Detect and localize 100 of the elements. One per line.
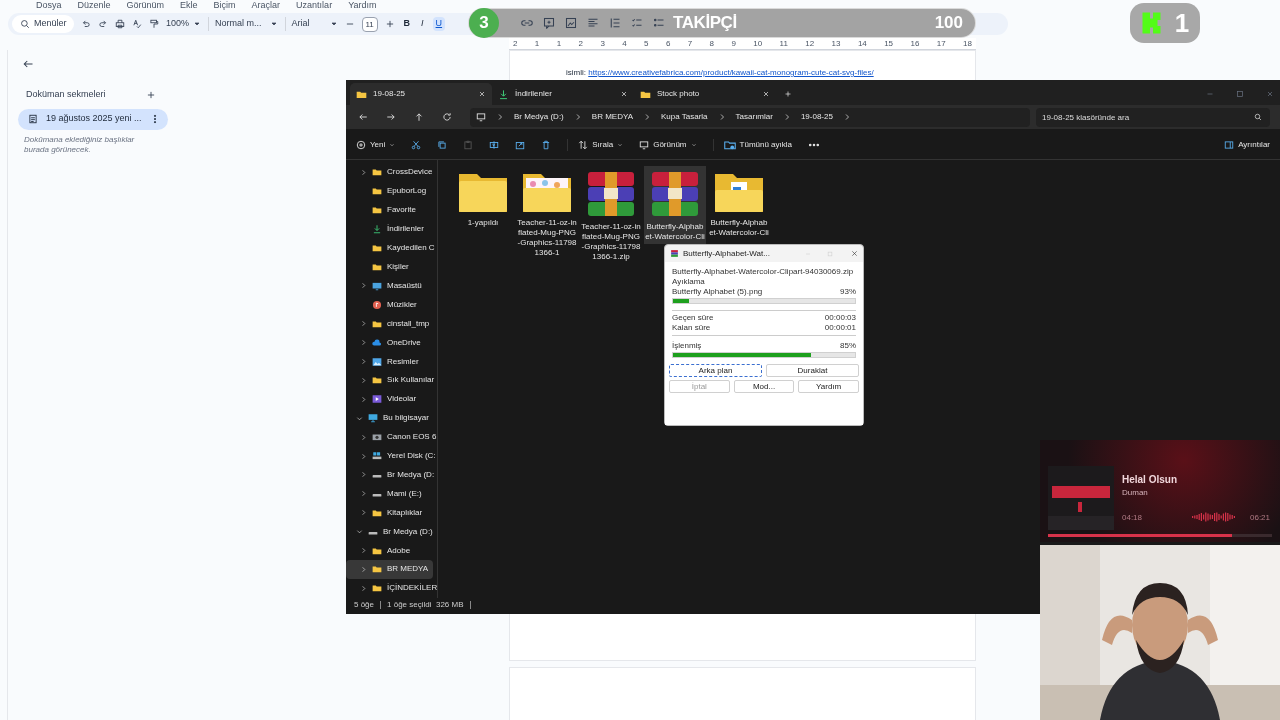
- tree-item[interactable]: Br Medya (D:: [346, 465, 433, 485]
- delete-icon[interactable]: [541, 140, 552, 150]
- file-item[interactable]: Teacher-11-oz-inflated-Mug-PNG-Graphics-117981366-1.zip: [580, 166, 642, 264]
- chevron-right-icon: [496, 113, 504, 121]
- add-icon[interactable]: [146, 89, 156, 100]
- status-text: 5 öğe: [354, 599, 375, 611]
- menu-item[interactable]: Görünüm: [126, 0, 165, 11]
- up-arrow-icon[interactable]: [414, 112, 424, 122]
- view-button[interactable]: Görünüm: [639, 139, 697, 151]
- list-icon: [653, 17, 665, 29]
- bold-button[interactable]: B: [401, 17, 413, 31]
- menu-search[interactable]: Menüler: [12, 15, 74, 33]
- extract-all-button[interactable]: Tümünü ayıkla: [712, 139, 792, 151]
- font-dropdown[interactable]: Arial: [284, 17, 338, 31]
- style-dropdown[interactable]: Normal m...: [208, 17, 278, 31]
- chevron-right-icon: [360, 282, 367, 290]
- menu-item[interactable]: Ekle: [180, 0, 198, 11]
- rename-icon[interactable]: [489, 140, 500, 150]
- menu-item[interactable]: Araçlar: [251, 0, 281, 11]
- explorer-tab[interactable]: 19-08-25: [350, 83, 492, 105]
- tree-item[interactable]: EpuborLog: [346, 181, 433, 201]
- new-button[interactable]: Yeni: [356, 139, 396, 151]
- tree-item[interactable]: cinstall_tmp: [346, 314, 433, 334]
- undo-icon[interactable]: [81, 19, 91, 29]
- cloud-icon: [372, 337, 382, 348]
- breadcrumb[interactable]: Tasarımlar: [735, 111, 773, 123]
- tree-item[interactable]: İndirilenler: [346, 219, 433, 239]
- zoom-dropdown[interactable]: 100%: [166, 17, 202, 31]
- add-tab-icon[interactable]: [784, 90, 792, 98]
- breadcrumb[interactable]: BR MEDYA: [591, 111, 633, 123]
- tree-item[interactable]: Kitaplıklar: [346, 503, 433, 523]
- ruler-number: 8: [709, 37, 715, 50]
- share-icon[interactable]: [515, 140, 526, 150]
- menu-item[interactable]: Düzenle: [77, 0, 111, 11]
- tree-item[interactable]: CrossDevice: [346, 163, 433, 182]
- camera-icon: [372, 432, 382, 443]
- ruler-number: 1: [534, 37, 540, 50]
- chevron-right-icon: [360, 395, 367, 403]
- file-item[interactable]: Teacher-11-oz-inflated-Mug-PNG-Graphics-117981366-1: [516, 166, 578, 260]
- current-file: Butterfly Alphabet (5).png: [672, 287, 763, 297]
- print-icon[interactable]: [115, 19, 125, 29]
- address-bar[interactable]: Br Medya (D:) BR MEDYA Kupa Tasarla Tasarımlar 19-08-25: [470, 107, 1030, 127]
- forward-icon[interactable]: [386, 112, 396, 122]
- menu-item[interactable]: Dosya: [36, 0, 62, 11]
- tree-item[interactable]: Yerel Disk (C:: [346, 446, 433, 466]
- menu-item[interactable]: Uzantılar: [296, 0, 333, 11]
- action-label: Ayıklama: [672, 277, 706, 287]
- document-tab[interactable]: 19 ağustos 2025 yeni ...: [18, 108, 168, 130]
- refresh-icon[interactable]: [442, 112, 452, 122]
- tree-item[interactable]: OneDrive: [346, 333, 433, 353]
- ruler-number: 15: [884, 37, 894, 50]
- dialog-button[interactable]: Mod...: [733, 380, 795, 393]
- picture-icon: [372, 356, 382, 367]
- breadcrumb[interactable]: Kupa Tasarla: [661, 111, 708, 123]
- menu-item[interactable]: Yardım: [348, 0, 377, 11]
- back-icon[interactable]: [358, 112, 368, 122]
- explorer-tab[interactable]: Stock photo: [634, 83, 776, 105]
- spellcheck-icon[interactable]: [132, 19, 142, 29]
- dialog-button[interactable]: Yardım: [798, 380, 859, 393]
- tree-item[interactable]: Videolar: [346, 389, 433, 409]
- tree-item[interactable]: Müzikler: [346, 295, 433, 315]
- tree-item[interactable]: Bu bilgisayar: [346, 408, 433, 428]
- tree-item[interactable]: Resimler: [346, 352, 433, 371]
- paint-format-icon[interactable]: [149, 19, 159, 29]
- link[interactable]: https://www.creativefabrica.com/product/kawaii-cat-monogram-cute-cat-svg-files/: [588, 68, 874, 77]
- tree-item[interactable]: Masaüstü: [346, 276, 433, 296]
- archive-name: Butterfly-Alphabet-Watercolor-Clipart-94030069.zip: [672, 267, 855, 277]
- plus-icon[interactable]: [384, 19, 395, 29]
- tree-item[interactable]: Mami (E:): [346, 484, 433, 504]
- breadcrumb[interactable]: 19-08-25: [800, 111, 833, 123]
- details-button[interactable]: Ayrıntılar: [1224, 139, 1270, 151]
- chevron-right-icon: [360, 471, 367, 479]
- menu-item[interactable]: Biçim: [213, 0, 236, 11]
- elapsed-time: 04:18: [1122, 512, 1143, 524]
- monitor-icon: [639, 140, 650, 150]
- redo-icon[interactable]: [98, 19, 108, 29]
- sort-button[interactable]: Sırala: [567, 139, 624, 151]
- font-size-field[interactable]: 11: [361, 16, 378, 32]
- ruler-number: 10: [753, 37, 763, 50]
- cut-icon[interactable]: [411, 140, 422, 150]
- tree-item[interactable]: Kaydedilen C: [346, 238, 433, 258]
- tree-item[interactable]: Adobe: [346, 541, 433, 561]
- tree-item[interactable]: Favorite: [346, 200, 433, 220]
- search-field[interactable]: 19-08-25 klasöründe ara: [1036, 107, 1270, 127]
- file-item[interactable]: Butterfly-Alphabet-Watercolor-Cli: [644, 166, 706, 244]
- tree-item[interactable]: Kişiler: [346, 257, 433, 277]
- dialog-button[interactable]: Duraklat: [766, 364, 859, 377]
- explorer-tab[interactable]: İndirilenler: [492, 83, 634, 105]
- close-icon[interactable]: [851, 250, 858, 257]
- tree-item[interactable]: BR MEDYA: [346, 560, 433, 579]
- italic-button[interactable]: I: [419, 17, 426, 31]
- tree-item[interactable]: Sık Kullanılar: [346, 370, 433, 390]
- file-item[interactable]: Butterfly-Alphabet-Watercolor-Cli: [708, 166, 770, 240]
- tree-item[interactable]: Br Medya (D:): [346, 522, 433, 542]
- copy-icon[interactable]: [437, 140, 448, 150]
- breadcrumb[interactable]: Br Medya (D:): [514, 111, 564, 123]
- file-item[interactable]: 1-yapıldı: [452, 166, 514, 230]
- dialog-button[interactable]: Arka plan: [669, 364, 762, 377]
- monitor-icon: [476, 112, 486, 122]
- underline-button[interactable]: U: [432, 17, 446, 31]
